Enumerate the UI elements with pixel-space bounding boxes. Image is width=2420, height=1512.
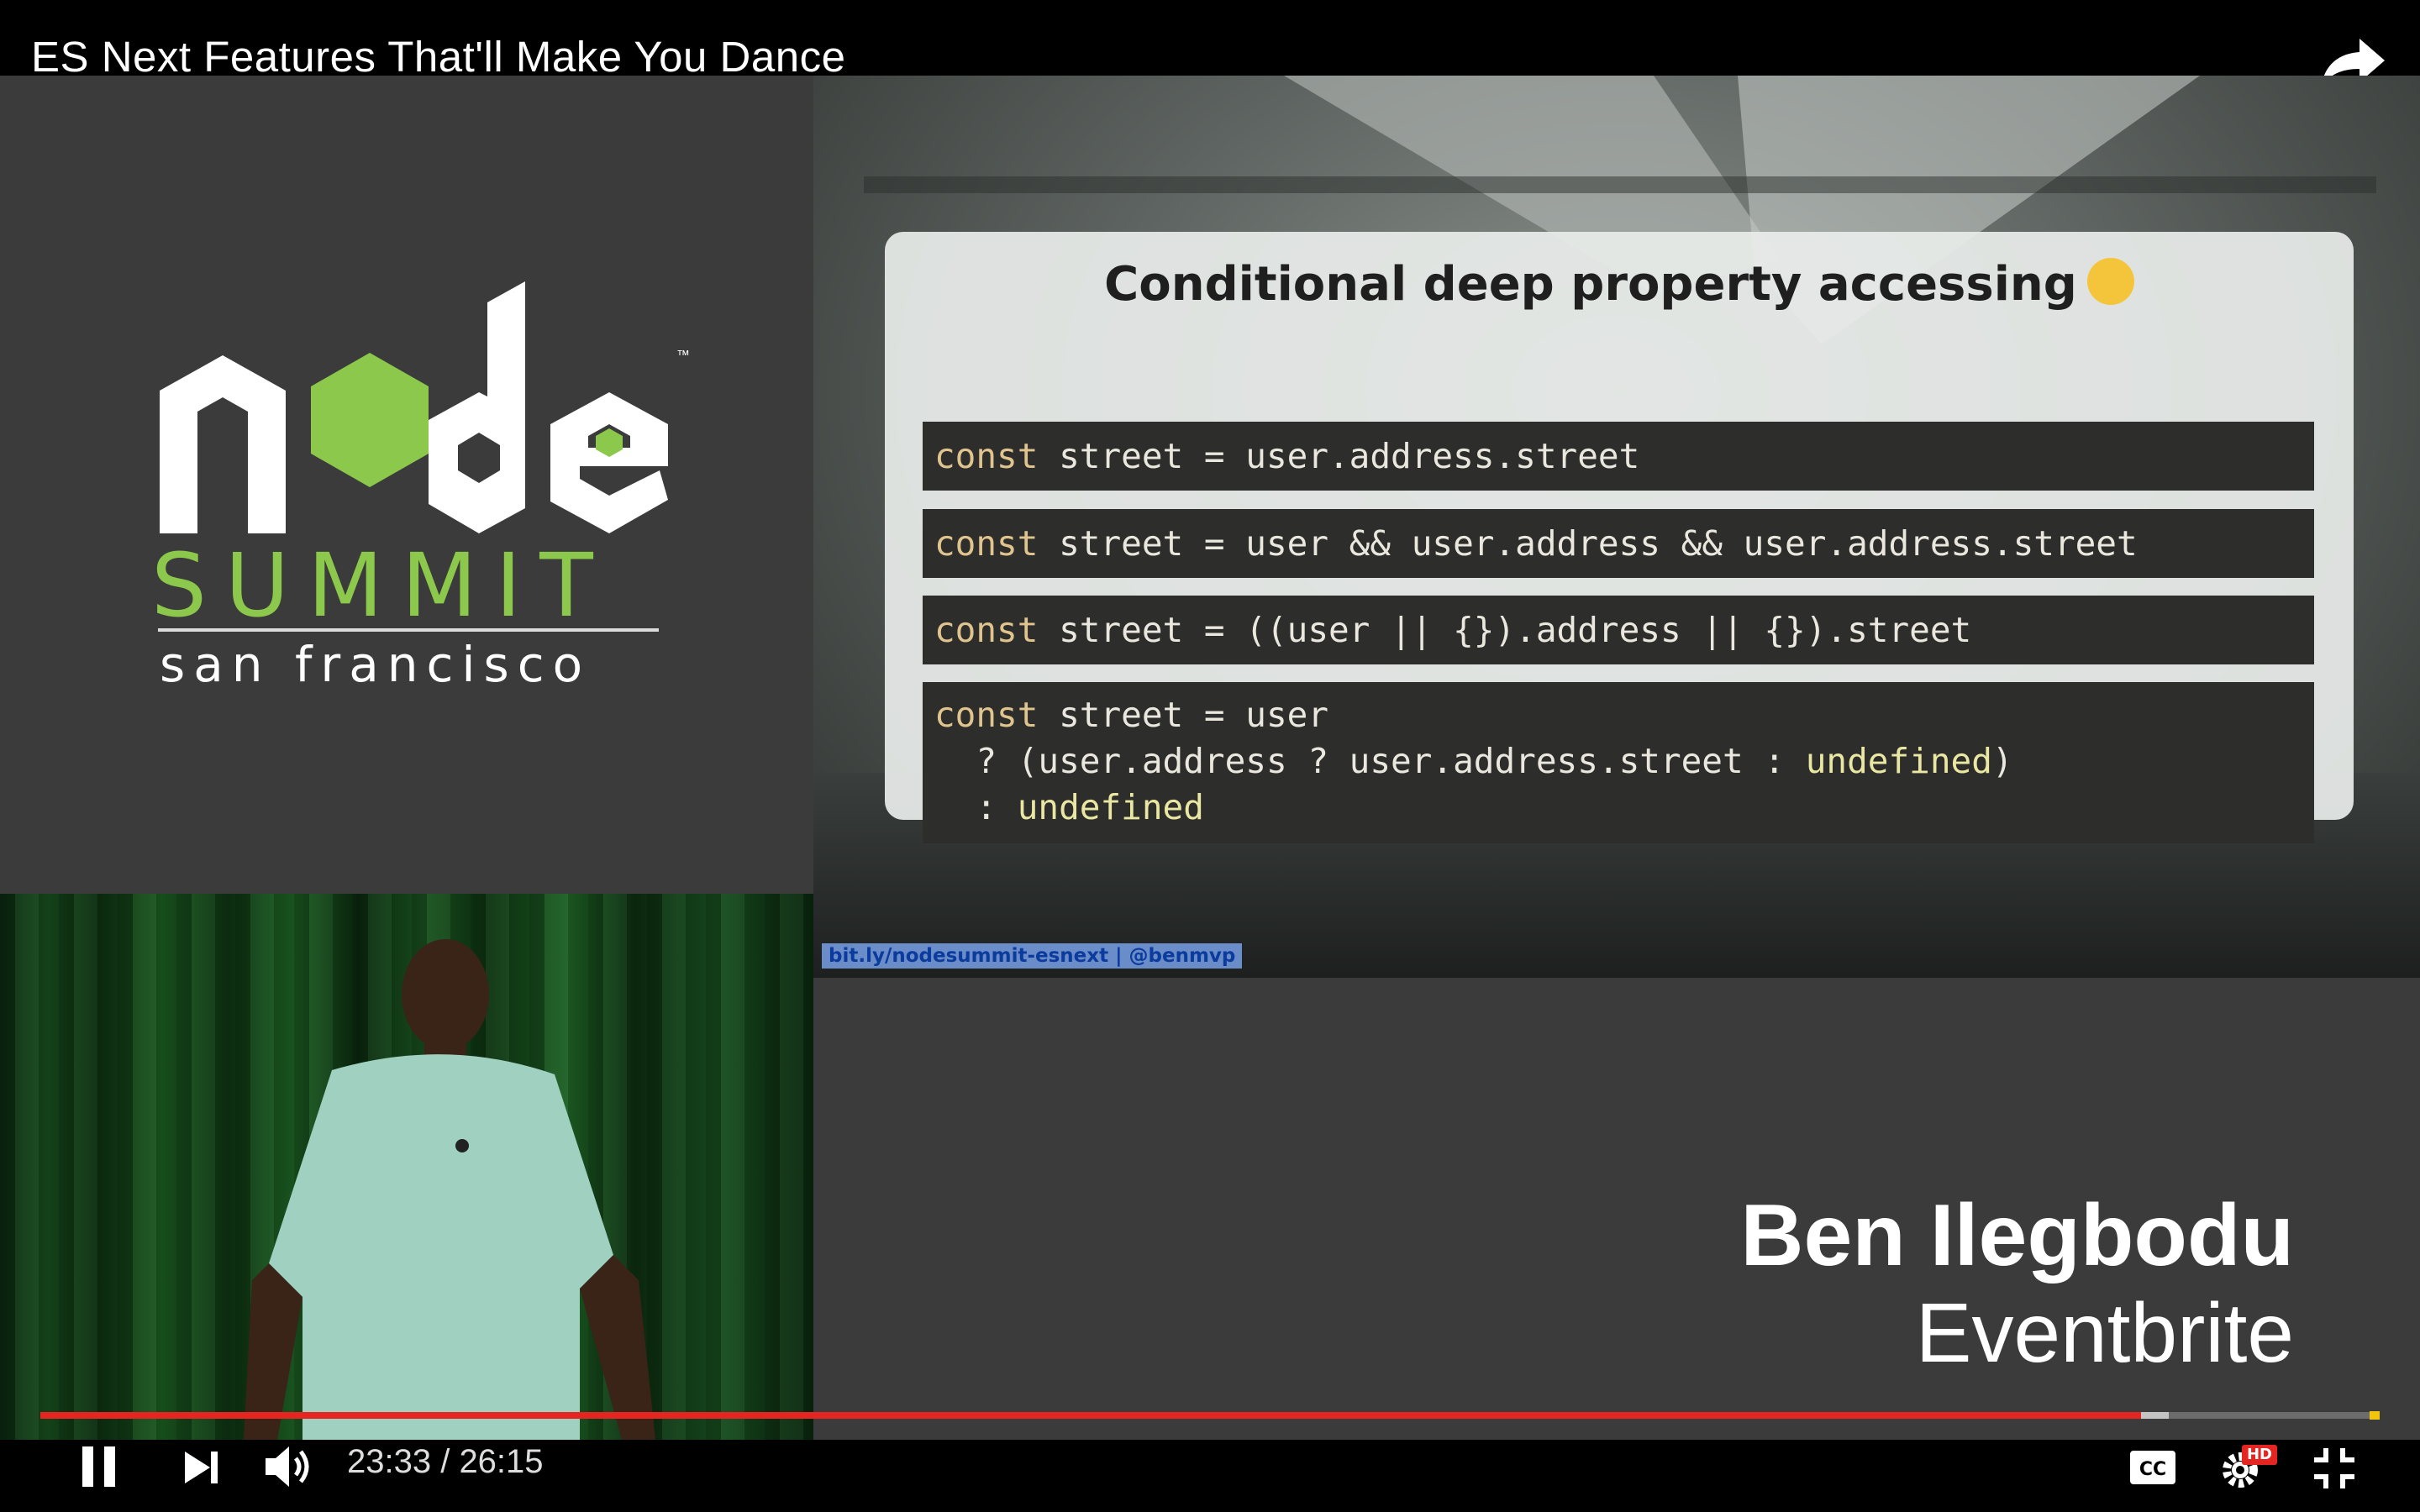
slide-heading-text: Conditional deep property accessing	[1104, 257, 2077, 312]
summit-wordmark: SUMMIT	[151, 534, 612, 637]
speaker-organization: Eventbrite	[1915, 1286, 2294, 1380]
code-line: const street = ((user || {}).address || …	[934, 610, 1972, 650]
slide-card: Conditional deep property accessing cons…	[885, 232, 2354, 843]
lower-third-panel: Ben Ilegbodu Eventbrite	[813, 978, 2420, 1440]
code-line: const street = user && user.address && u…	[934, 523, 2138, 564]
code-line: const street = user	[934, 695, 1328, 735]
event-logo-panel: ™ SUMMIT san francisco	[0, 76, 813, 894]
node-logo	[160, 281, 668, 533]
next-icon[interactable]	[183, 1450, 220, 1485]
time-display: 23:33 / 26:15	[347, 1443, 544, 1480]
speaker-figure	[244, 939, 655, 1440]
video-title[interactable]: ES Next Features That'll Make You Dance	[31, 32, 845, 81]
exit-fullscreen-icon[interactable]	[2312, 1446, 2356, 1490]
volume-icon[interactable]	[264, 1443, 318, 1490]
logo-divider	[158, 628, 659, 632]
title-bar: ES Next Features That'll Make You Dance	[0, 0, 2420, 87]
speaker-name: Ben Ilegbodu	[1740, 1187, 2294, 1284]
slide-url-tag: bit.ly/nodesummit-esnext | @benmvp	[822, 943, 1243, 969]
progress-end-marker	[2370, 1411, 2380, 1420]
code-snippet-4: const street = user ? (user.address ? us…	[923, 682, 2314, 843]
trademark-symbol: ™	[676, 349, 690, 363]
code-snippet-1: const street = user.address.street	[923, 422, 2314, 491]
code-line: const street = user.address.street	[934, 436, 1640, 476]
closed-captions-icon[interactable]: CC	[2129, 1450, 2176, 1485]
code-line: : undefined	[934, 787, 1204, 827]
location-wordmark: san francisco	[160, 636, 592, 693]
code-snippet-2: const street = user && user.address && u…	[923, 509, 2314, 578]
pause-icon[interactable]	[79, 1445, 119, 1488]
speaker-camera-feed	[0, 894, 813, 1440]
code-line: ? (user.address ? user.address.street : …	[934, 741, 2013, 781]
video-player[interactable]: ES Next Features That'll Make You Dance …	[0, 0, 2420, 1512]
slide-heading: Conditional deep property accessing	[885, 257, 2354, 312]
code-snippet-3: const street = ((user || {}).address || …	[923, 596, 2314, 664]
hd-badge: HD	[2242, 1445, 2277, 1465]
crying-face-icon	[2086, 258, 2134, 305]
presentation-slide: Conditional deep property accessing cons…	[813, 76, 2420, 978]
svg-text:CC: CC	[2139, 1459, 2166, 1480]
progress-played	[40, 1412, 2141, 1419]
